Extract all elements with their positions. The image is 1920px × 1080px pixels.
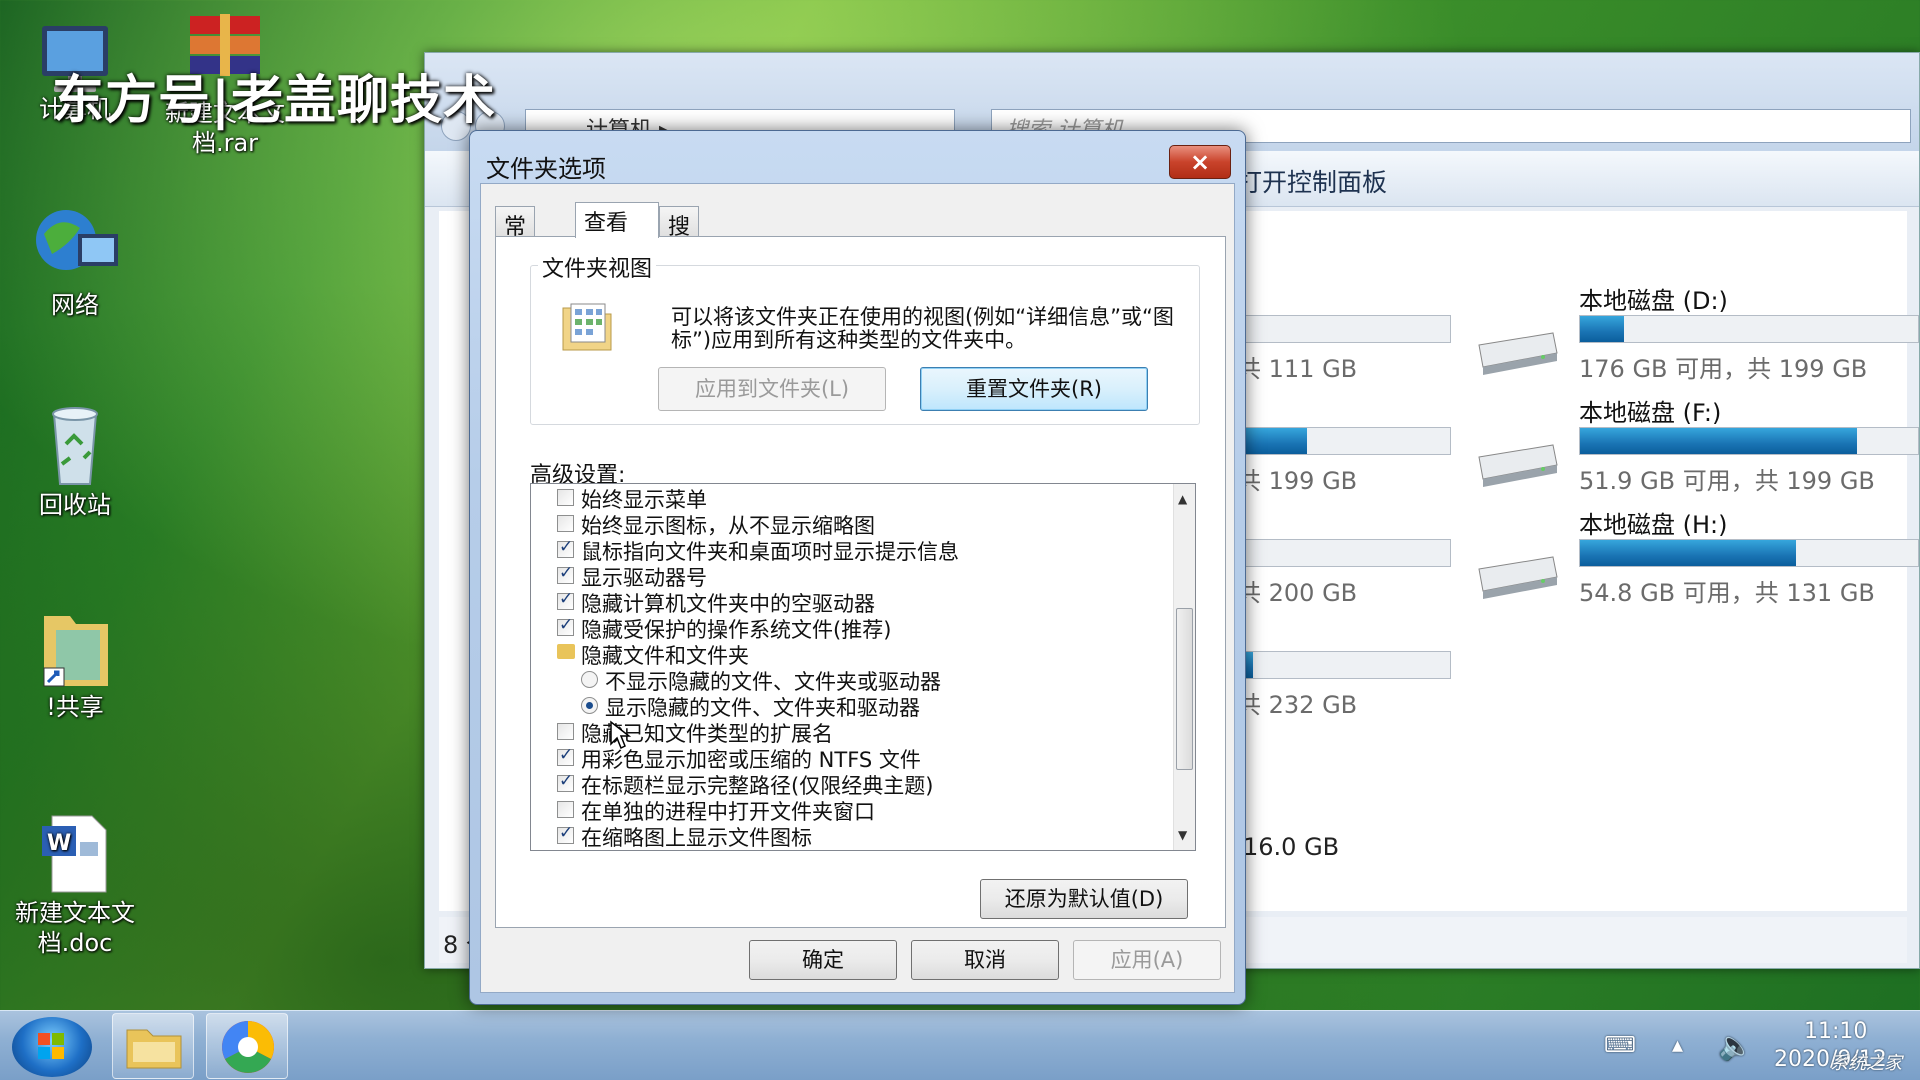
desktop-icon-label: !共享 <box>46 693 104 721</box>
folder-views-description: 可以将该文件夹正在使用的视图(例如“详细信息”或“图标”)应用到所有这种类型的文… <box>671 305 1174 352</box>
tab-view[interactable]: 查看 <box>575 202 659 238</box>
drive-usage-bar <box>1225 539 1451 567</box>
taskbar-browser-button[interactable] <box>206 1013 288 1079</box>
folder-options-dialog[interactable]: 文件夹选项 × 常规 查看 搜索 可以将该文件夹正在使用的视图(例如“详细信息”… <box>469 130 1246 1005</box>
volume-icon[interactable]: 🔈 <box>1718 1029 1753 1062</box>
drive-name: 本地磁盘 (H:) <box>1579 511 1728 539</box>
list-scrollbar[interactable]: ▲ ▼ <box>1173 484 1195 850</box>
checkbox[interactable] <box>557 745 574 766</box>
drive-name: 本地磁盘 (D:) <box>1579 287 1728 315</box>
keyboard-icon[interactable]: ⌨ <box>1604 1033 1636 1058</box>
folder-icon <box>126 1029 182 1069</box>
drive-free-text: 共 111 GB <box>1237 355 1358 383</box>
drive-free-text: 共 200 GB <box>1237 579 1358 607</box>
folder-views-label: 文件夹视图 <box>538 251 657 283</box>
hard-drive-icon <box>1478 444 1558 487</box>
ok-button[interactable]: 确定 <box>749 940 897 980</box>
taskbar-explorer-button[interactable] <box>112 1013 194 1079</box>
checkbox[interactable] <box>557 723 574 740</box>
hard-drive-icon <box>1478 556 1558 599</box>
radio-button[interactable] <box>581 671 598 688</box>
checkbox[interactable] <box>557 589 574 610</box>
close-button[interactable]: × <box>1169 145 1231 179</box>
checkbox[interactable] <box>557 515 574 532</box>
checkbox[interactable] <box>557 563 574 584</box>
desktop-icon-shared[interactable]: !共享 <box>0 606 150 722</box>
setting-label: 在缩略图上显示文件图标 <box>581 826 812 850</box>
drive-free-text: 176 GB 可用，共 199 GB <box>1579 355 1868 383</box>
tab-general[interactable]: 常规 <box>495 206 536 272</box>
checkbox[interactable] <box>557 823 574 844</box>
dialog-title: 文件夹选项 <box>486 155 606 183</box>
desktop-icon-recycle-bin[interactable]: 回收站 <box>0 404 150 520</box>
drive-usage-bar <box>1579 315 1919 343</box>
folder-icon <box>557 644 575 659</box>
checkbox[interactable] <box>557 489 574 506</box>
drive-usage-bar <box>1579 539 1919 567</box>
radio-button[interactable] <box>581 697 598 714</box>
drive-usage-bar <box>1579 427 1919 455</box>
shared-folder-shortcut-icon <box>30 606 120 688</box>
reset-folders-button[interactable]: 重置文件夹(R) <box>920 367 1148 411</box>
desktop-icon-label: 回收站 <box>39 491 111 519</box>
scroll-up-icon[interactable]: ▲ <box>1178 492 1187 506</box>
checkbox[interactable] <box>557 801 574 818</box>
network-globe-icon <box>30 204 120 286</box>
show-hidden-icons-icon[interactable]: ▴ <box>1672 1033 1683 1058</box>
desktop-icon-network[interactable]: 网络 <box>0 204 150 320</box>
checkbox[interactable] <box>557 537 574 558</box>
drive-free-text: 51.9 GB 可用，共 199 GB <box>1579 467 1875 495</box>
open-control-panel-button[interactable]: 打开控制面板 <box>1237 163 1387 199</box>
svg-text:W: W <box>47 831 71 856</box>
drive-name: 本地磁盘 (F:) <box>1579 399 1722 427</box>
scroll-thumb[interactable] <box>1176 608 1193 770</box>
watermark-text: 东方号|老盖聊技术 <box>52 71 496 131</box>
drive-size-text: 16.0 GB <box>1243 833 1340 861</box>
site-logo-badge: 系统之家 <box>1830 1053 1902 1074</box>
tab-search[interactable]: 搜索 <box>659 206 700 272</box>
advanced-settings-list[interactable]: 始终显示菜单 始终显示图标，从不显示缩略图 鼠标指向文件夹和桌面项时显示提示信息… <box>530 483 1196 851</box>
drive-usage-bar <box>1225 315 1451 343</box>
taskbar: ⌨ ▴ 🔈 11:10 2020/9/12 系统之家 <box>0 1010 1920 1080</box>
dialog-body: 常规 查看 搜索 可以将该文件夹正在使用的视图(例如“详细信息”或“图标”)应用… <box>480 183 1235 993</box>
checkbox[interactable] <box>557 615 574 636</box>
apply-to-folders-button[interactable]: 应用到文件夹(L) <box>658 367 886 411</box>
drive-usage-bar <box>1225 427 1451 455</box>
drive-free-text: 共 232 GB <box>1237 691 1358 719</box>
mouse-cursor-icon <box>610 720 631 750</box>
checkbox[interactable] <box>557 771 574 792</box>
folder-views-icon <box>562 303 612 351</box>
desktop-icon-word-doc[interactable]: W 新建文本文档.doc <box>0 812 150 958</box>
browser-icon <box>222 1021 274 1073</box>
close-icon: × <box>1189 148 1211 176</box>
recycle-bin-icon <box>30 404 120 486</box>
restore-defaults-button[interactable]: 还原为默认值(D) <box>980 879 1188 919</box>
cancel-button[interactable]: 取消 <box>911 940 1059 980</box>
drive-free-text: 54.8 GB 可用，共 131 GB <box>1579 579 1875 607</box>
scroll-down-icon[interactable]: ▼ <box>1178 828 1187 842</box>
desktop-icon-label: 新建文本文档.doc <box>15 899 135 957</box>
clock-time[interactable]: 11:10 <box>1804 1019 1867 1044</box>
drive-free-text: 共 199 GB <box>1237 467 1358 495</box>
word-document-icon: W <box>30 812 120 894</box>
desktop-icon-label: 网络 <box>51 291 99 319</box>
windows-logo-icon <box>38 1033 64 1059</box>
start-button[interactable] <box>12 1017 92 1077</box>
view-tab-panel: 可以将该文件夹正在使用的视图(例如“详细信息”或“图标”)应用到所有这种类型的文… <box>495 236 1226 928</box>
apply-button[interactable]: 应用(A) <box>1073 940 1221 980</box>
hard-drive-icon <box>1478 332 1558 375</box>
drive-usage-bar <box>1225 651 1451 679</box>
